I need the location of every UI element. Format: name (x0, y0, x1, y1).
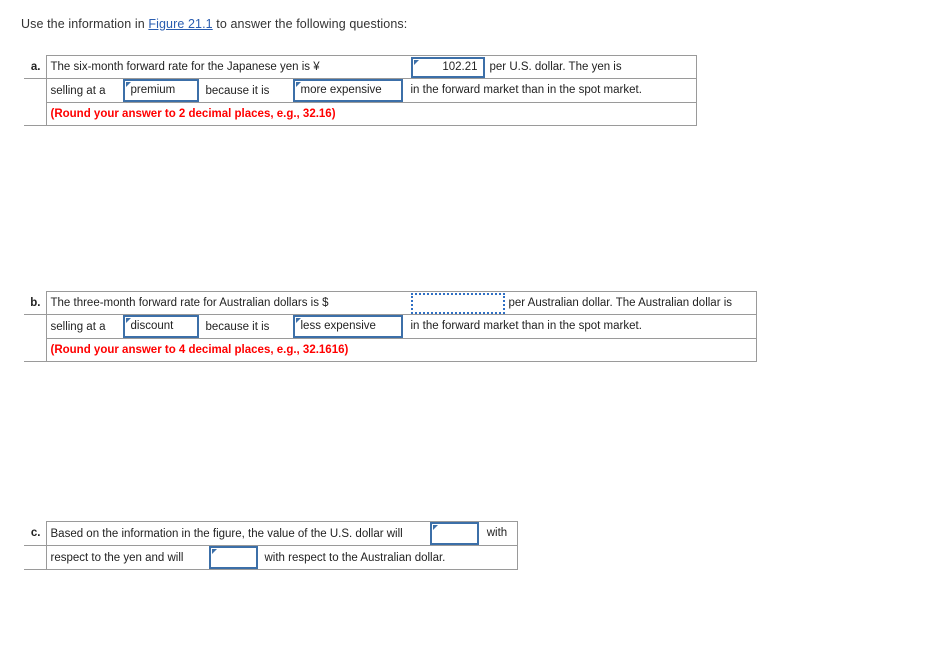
usd-vs-aud-select[interactable] (209, 546, 259, 569)
question-c-row2-left: respect to the yen and will with respect… (45, 545, 483, 570)
table-row: a. The six-month forward rate for the Ja… (24, 55, 697, 79)
question-a-hint-filler (406, 102, 697, 126)
question-c-row2-suffix: with respect to the Australian dollar. (264, 551, 446, 564)
question-b-letter-spacer-2 (24, 338, 47, 362)
triangle-flag-icon (212, 549, 218, 554)
yen-expense-value: more expensive (300, 84, 382, 96)
aud-expense-select[interactable]: less expensive (292, 315, 403, 338)
question-b-row1-prefix: The three-month forward rate for Austral… (50, 297, 329, 309)
table-row: selling at a discount because it is less… (24, 314, 757, 339)
question-letter-c: c. (24, 521, 47, 546)
intro-text-after: to answer the following questions: (212, 17, 408, 31)
yen-premium-discount-value: premium (130, 84, 176, 96)
table-row: b. The three-month forward rate for Aust… (24, 291, 757, 315)
question-b-row2-tail: in the forward market than in the spot m… (410, 320, 642, 333)
question-a-row1-right: 102.21 per U.S. dollar. The yen is (406, 55, 697, 79)
usd-vs-yen-select[interactable] (429, 522, 479, 545)
question-a-block: a. The six-month forward rate for the Ja… (24, 55, 697, 126)
question-b-table: b. The three-month forward rate for Aust… (24, 291, 757, 362)
question-b-row1-right: per Australian dollar. The Australian do… (406, 291, 757, 315)
triangle-flag-icon (432, 525, 438, 530)
table-row: c. Based on the information in the figur… (24, 521, 519, 546)
yen-premium-discount-select[interactable]: premium (122, 79, 199, 102)
yen-expense-select[interactable]: more expensive (292, 79, 403, 102)
question-b-because-label: because it is (205, 320, 270, 333)
aud-premium-discount-select[interactable]: discount (122, 315, 199, 338)
question-a-selling-label: selling at a (50, 84, 106, 97)
question-b-row1-suffix: per Australian dollar. The Australian do… (508, 297, 733, 309)
question-c-table: c. Based on the information in the figur… (24, 521, 519, 570)
question-a-row2-right: in the forward market than in the spot m… (406, 78, 697, 103)
question-b-hint-filler (406, 338, 757, 362)
figure-link[interactable]: Figure 21.1 (148, 17, 212, 31)
table-row: respect to the yen and will with respect… (24, 545, 519, 570)
question-a-because-label: because it is (205, 84, 270, 97)
yen-forward-rate-value: 102.21 (442, 60, 478, 73)
question-b-row2-left: selling at a discount because it is less… (45, 314, 407, 339)
question-c-letter-spacer (24, 545, 47, 570)
question-letter-b: b. (24, 291, 47, 315)
question-c-row2-prefix: respect to the yen and will (50, 551, 184, 564)
question-letter-a: a. (24, 55, 47, 79)
question-b-row1-left: The three-month forward rate for Austral… (45, 291, 407, 315)
question-a-table: a. The six-month forward rate for the Ja… (24, 55, 697, 126)
table-row: selling at a premium because it is more … (24, 78, 697, 103)
question-a-row1-suffix: per U.S. dollar. The yen is (489, 61, 622, 73)
triangle-flag-icon (413, 59, 419, 65)
question-a-row2-left: selling at a premium because it is more … (45, 78, 407, 103)
yen-forward-rate-input[interactable]: 102.21 (410, 56, 485, 78)
question-a-hint: (Round your answer to 2 decimal places, … (45, 102, 407, 126)
question-c-row1-left: Based on the information in the figure, … (45, 521, 483, 546)
question-b-block: b. The three-month forward rate for Aust… (24, 291, 757, 362)
question-a-letter-spacer (24, 78, 47, 103)
aud-forward-rate-input[interactable] (410, 292, 505, 314)
question-a-row1-prefix: The six-month forward rate for the Japan… (50, 61, 320, 73)
intro-text-before: Use the information in (21, 17, 149, 31)
aud-expense-value: less expensive (300, 320, 376, 332)
question-a-row2-tail: in the forward market than in the spot m… (410, 84, 642, 97)
question-a-row1-left: The six-month forward rate for the Japan… (45, 55, 407, 79)
aud-premium-discount-value: discount (130, 320, 174, 332)
table-row: (Round your answer to 2 decimal places, … (24, 102, 697, 126)
intro-text: Use the information in Figure 21.1 to an… (21, 17, 407, 31)
table-row: (Round your answer to 4 decimal places, … (24, 338, 757, 362)
question-a-letter-spacer-2 (24, 102, 47, 126)
question-c-row2-right (482, 545, 519, 570)
question-c-row1-right: with (482, 521, 519, 546)
question-c-block: c. Based on the information in the figur… (24, 521, 519, 570)
question-c-row1-prefix: Based on the information in the figure, … (50, 527, 403, 540)
question-b-row2-right: in the forward market than in the spot m… (406, 314, 757, 339)
question-b-selling-label: selling at a (50, 320, 106, 333)
question-b-letter-spacer (24, 314, 47, 339)
question-c-row1-suffix: with (486, 527, 508, 540)
question-b-hint: (Round your answer to 4 decimal places, … (45, 338, 407, 362)
